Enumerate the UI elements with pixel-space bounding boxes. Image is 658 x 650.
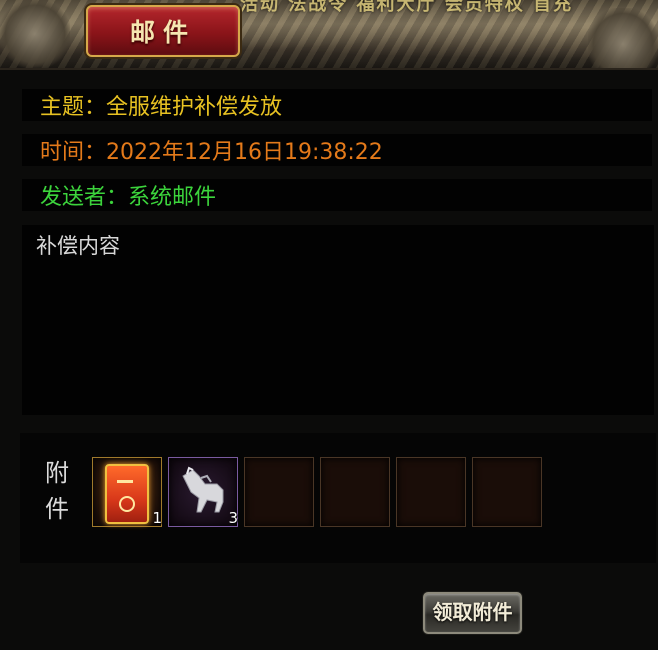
dragon-ornament-left — [0, 0, 70, 68]
top-nav-strip: 活动 法战令 福利大厅 会员特权 首充 — [240, 0, 574, 15]
attachment-slot-5[interactable] — [396, 457, 466, 527]
claim-attachments-button[interactable]: 领取附件 — [423, 592, 522, 634]
mail-title: 邮件 — [129, 18, 196, 47]
attachment-slot-3[interactable] — [244, 457, 314, 527]
attachment-count-1: 1 — [152, 509, 162, 527]
white-horse-icon — [182, 466, 224, 513]
attachment-slot-6[interactable] — [472, 457, 542, 527]
mail-content: 补偿内容 — [22, 225, 654, 415]
time-row: 时间： 2022年12月16日19:38:22 — [22, 134, 652, 166]
attachment-slot-4[interactable] — [320, 457, 390, 527]
attachment-slot-2[interactable]: 3 — [168, 457, 238, 527]
window-header: 活动 法战令 福利大厅 会员特权 首充 邮件 — [0, 0, 658, 70]
attachment-label-char-2: 件 — [45, 495, 69, 523]
attachment-panel: 附 件 1 3 — [20, 433, 656, 563]
time-label: 时间： — [40, 140, 107, 165]
attachment-label: 附 件 — [42, 455, 72, 527]
dragon-ornament-right — [588, 8, 658, 68]
attachment-label-char-1: 附 — [45, 459, 69, 487]
red-card-icon — [105, 464, 149, 524]
attachment-slot-1[interactable]: 1 — [92, 457, 162, 527]
mail-title-tab: 邮件 — [86, 5, 240, 57]
sender-label: 发送者： — [40, 185, 129, 210]
mail-content-text: 补偿内容 — [36, 234, 120, 258]
subject-label: 主题： — [40, 95, 107, 120]
sender-value: 系统邮件 — [128, 185, 217, 210]
subject-row: 主题： 全服维护补偿发放 — [22, 89, 652, 121]
attachment-count-2: 3 — [228, 509, 238, 527]
subject-value: 全服维护补偿发放 — [106, 95, 283, 120]
sender-row: 发送者： 系统邮件 — [22, 179, 652, 211]
time-value: 2022年12月16日19:38:22 — [106, 140, 383, 165]
